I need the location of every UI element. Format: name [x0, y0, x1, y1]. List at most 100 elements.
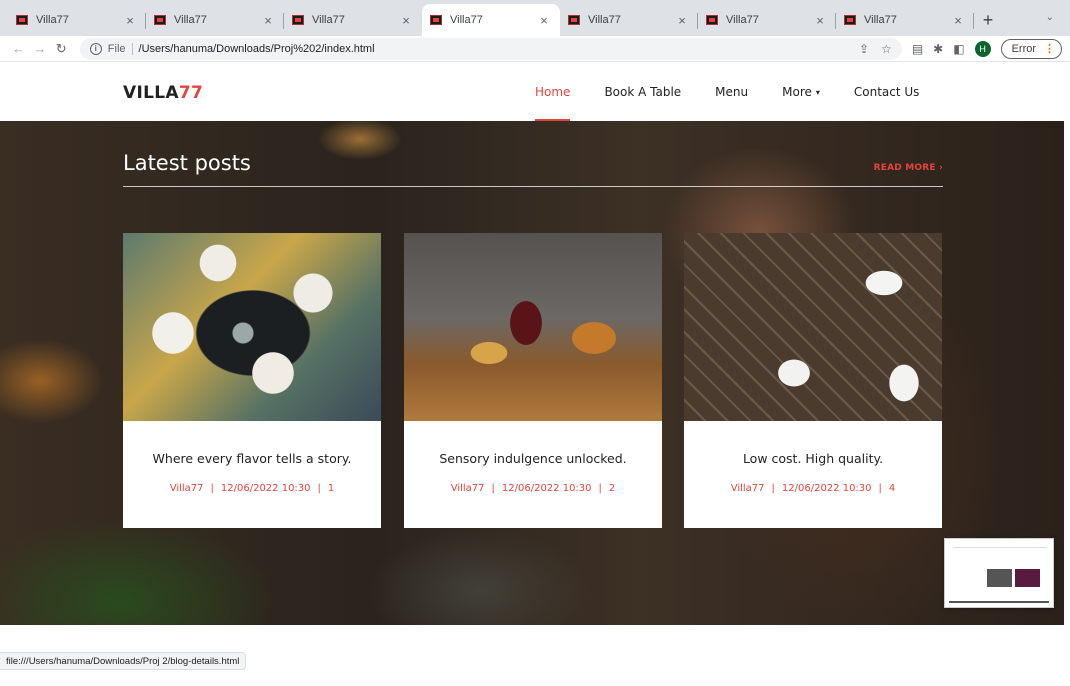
site-favicon-icon: [292, 15, 304, 25]
post-image[interactable]: [404, 233, 662, 421]
tab-title: Villa77: [864, 14, 897, 26]
reload-icon[interactable]: ↻: [51, 41, 72, 57]
post-card[interactable]: Sensory indulgence unlocked. Villa77 | 12/…: [404, 233, 662, 528]
post-author: Villa77: [730, 483, 765, 494]
meta-separator: |: [771, 483, 775, 494]
site-favicon-icon: [430, 15, 442, 25]
hero-section: Latest posts READ MORE › Where every fla…: [0, 121, 1064, 625]
error-label: Error: [1011, 42, 1037, 55]
post-count: 2: [608, 483, 616, 494]
caret-down-icon: ▾: [815, 87, 820, 97]
toolbar-actions: ▤ ✱ ◧ H Error ⋮: [912, 38, 1063, 59]
tab-title: Villa77: [174, 14, 207, 26]
close-icon[interactable]: ×: [812, 13, 828, 28]
profile-avatar[interactable]: H: [974, 40, 991, 57]
tab-title: Villa77: [312, 14, 345, 26]
post-card[interactable]: Low cost. High quality. Villa77 | 12/06/20…: [684, 233, 942, 528]
nav-more-label: More: [782, 85, 812, 99]
url-text[interactable]: /Users/hanuma/Downloads/Proj%202/index.h…: [139, 43, 847, 55]
address-bar[interactable]: i File /Users/hanuma/Downloads/Proj%202/…: [79, 37, 902, 60]
error-button[interactable]: Error ⋮: [1000, 38, 1063, 59]
thumbnail-header-line: [953, 547, 1047, 548]
meta-separator: |: [878, 483, 882, 494]
link-status-bar: file:///Users/hanuma/Downloads/Proj 2/bl…: [0, 652, 247, 670]
post-title[interactable]: Where every flavor tells a story.: [123, 451, 381, 466]
close-icon[interactable]: ×: [536, 13, 552, 28]
post-count: 4: [888, 483, 896, 494]
tab-title: Villa77: [36, 14, 69, 26]
post-meta: Villa77 | 12/06/2022 10:30 | 2: [404, 483, 662, 494]
logo-accent: 77: [178, 83, 204, 103]
site-favicon-icon: [568, 15, 580, 25]
site-header: VILLA77 Home Book A Table Menu More ▾ Con…: [0, 63, 1064, 121]
browser-tab-bar: Villa77 × Villa77 × Villa77 × Villa77 × …: [0, 0, 1070, 36]
site-favicon-icon: [154, 15, 166, 25]
tab-title: Villa77: [726, 14, 759, 26]
scheme-label: File: [107, 42, 126, 55]
nav-home[interactable]: Home: [535, 63, 571, 121]
post-meta: Villa77 | 12/06/2022 10:30 | 4: [684, 483, 942, 494]
site-logo[interactable]: VILLA77: [123, 83, 203, 103]
post-author: Villa77: [169, 483, 204, 494]
post-meta: Villa77 | 12/06/2022 10:30 | 1: [123, 483, 381, 494]
share-icon[interactable]: ⇪: [859, 42, 869, 56]
post-author: Villa77: [450, 483, 485, 494]
menu-icon: ⋮: [1044, 43, 1056, 55]
extensions-icon[interactable]: ✱: [933, 42, 943, 56]
close-icon[interactable]: ×: [950, 13, 966, 28]
browser-tab[interactable]: Villa77 ×: [146, 4, 284, 36]
post-card-body: Where every flavor tells a story. Villa7…: [123, 421, 381, 528]
post-card[interactable]: Where every flavor tells a story. Villa7…: [123, 233, 381, 528]
back-icon[interactable]: ←: [8, 41, 29, 56]
browser-tab[interactable]: Villa77 ×: [836, 4, 974, 36]
nav-menu[interactable]: Menu: [715, 63, 748, 121]
post-card-body: Low cost. High quality. Villa77 | 12/06/20…: [684, 421, 942, 528]
omnibox-divider: [131, 42, 133, 55]
tab-title: Villa77: [450, 14, 483, 26]
browser-tab[interactable]: Villa77 ×: [698, 4, 836, 36]
nav-book-a-table[interactable]: Book A Table: [604, 63, 681, 121]
post-count: 1: [327, 483, 335, 494]
tab-search-icon[interactable]: ⌄: [1046, 12, 1054, 23]
bookmark-star-icon[interactable]: ☆: [881, 42, 892, 56]
browser-tab[interactable]: Villa77 ×: [8, 4, 146, 36]
new-tab-button[interactable]: +: [974, 4, 1002, 36]
nav-contact-us[interactable]: Contact Us: [854, 63, 920, 121]
post-title[interactable]: Low cost. High quality.: [684, 451, 942, 466]
meta-separator: |: [317, 483, 321, 494]
side-panel-icon[interactable]: ◧: [953, 42, 964, 56]
tab-title: Villa77: [588, 14, 621, 26]
tab-preview-thumbnail: [944, 538, 1054, 608]
meta-separator: |: [491, 483, 495, 494]
browser-tab[interactable]: Villa77 ×: [560, 4, 698, 36]
thumbnail-image: [1015, 569, 1040, 587]
read-more-link[interactable]: READ MORE ›: [874, 163, 943, 173]
post-date: 12/06/2022 10:30: [501, 483, 592, 494]
tab-divider: [973, 13, 974, 29]
post-date: 12/06/2022 10:30: [220, 483, 311, 494]
browser-tab-active[interactable]: Villa77 ×: [422, 4, 560, 36]
forward-icon[interactable]: →: [29, 41, 50, 56]
main-nav: Home Book A Table Menu More ▾ Contact Us: [535, 63, 953, 121]
logo-text: VILLA: [123, 83, 179, 103]
browser-tab[interactable]: Villa77 ×: [284, 4, 422, 36]
reading-list-icon[interactable]: ▤: [912, 42, 923, 56]
meta-separator: |: [598, 483, 602, 494]
site-favicon-icon: [844, 15, 856, 25]
post-date: 12/06/2022 10:30: [781, 483, 872, 494]
post-title[interactable]: Sensory indulgence unlocked.: [404, 451, 662, 466]
close-icon[interactable]: ×: [260, 13, 276, 28]
browser-toolbar: ← → ↻ i File /Users/hanuma/Downloads/Pro…: [0, 36, 1070, 62]
meta-separator: |: [210, 483, 214, 494]
thumbnail-image: [987, 569, 1012, 587]
post-image[interactable]: [123, 233, 381, 421]
close-icon[interactable]: ×: [398, 13, 414, 28]
site-favicon-icon: [706, 15, 718, 25]
section-title: Latest posts: [123, 151, 251, 175]
nav-more-dropdown[interactable]: More ▾: [782, 63, 820, 121]
site-favicon-icon: [16, 15, 28, 25]
close-icon[interactable]: ×: [674, 13, 690, 28]
close-icon[interactable]: ×: [122, 13, 138, 28]
site-info-icon[interactable]: i: [89, 42, 102, 55]
post-image[interactable]: [684, 233, 942, 421]
